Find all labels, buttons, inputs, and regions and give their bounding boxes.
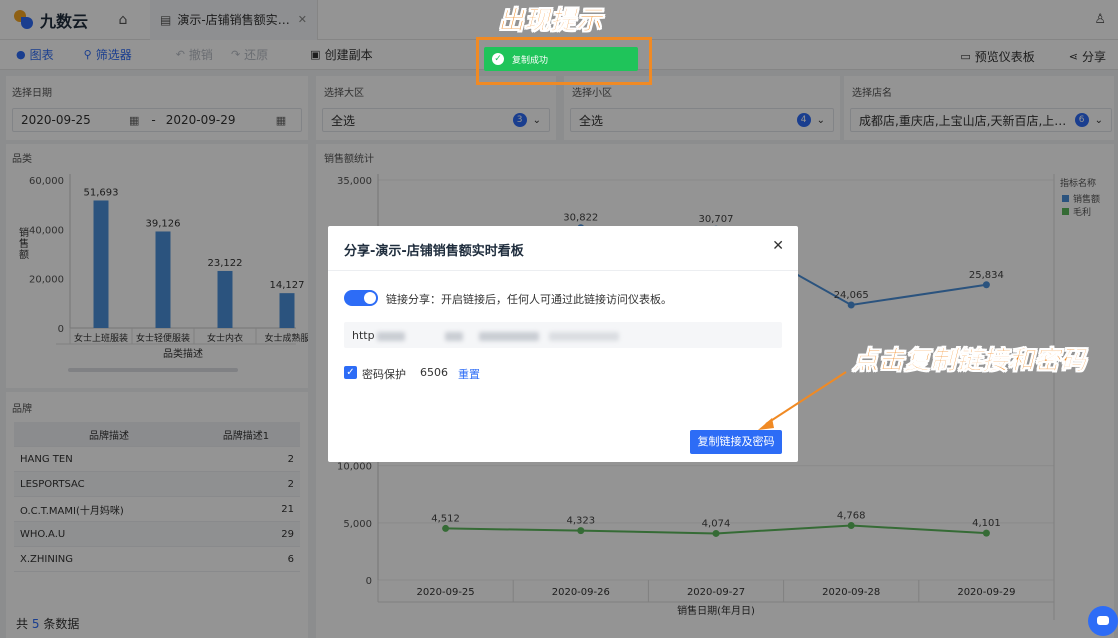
annotation-right: 点击复制链接和密码 <box>852 346 1087 377</box>
divider <box>328 270 798 271</box>
link-share-label: 链接分享：开启链接后，任何人可通过此链接访问仪表板。 <box>386 293 672 306</box>
password-label: 密码保护 <box>362 368 406 381</box>
share-link-prefix: http <box>352 329 375 342</box>
password-checkbox[interactable]: ✓ <box>344 366 357 379</box>
check-circle-icon: ✓ <box>492 53 504 65</box>
close-icon[interactable]: ✕ <box>772 238 784 254</box>
copy-success-toast: ✓ 复制成功 <box>484 47 638 71</box>
chat-support-icon[interactable] <box>1088 606 1118 636</box>
reset-password-link[interactable]: 重置 <box>458 366 480 382</box>
password-value: 6506 <box>420 366 448 379</box>
share-dialog: 分享-演示-店铺销售额实时看板 ✕ 链接分享：开启链接后，任何人可通过此链接访问… <box>328 226 798 462</box>
share-link-field[interactable]: http <box>344 322 782 348</box>
annotation-top: 出现提示 <box>498 6 603 37</box>
dialog-title: 分享-演示-店铺销售额实时看板 <box>344 244 524 259</box>
link-share-toggle[interactable] <box>344 290 378 306</box>
toast-text: 复制成功 <box>512 55 549 66</box>
copy-link-button[interactable]: 复制链接及密码 <box>690 430 782 454</box>
